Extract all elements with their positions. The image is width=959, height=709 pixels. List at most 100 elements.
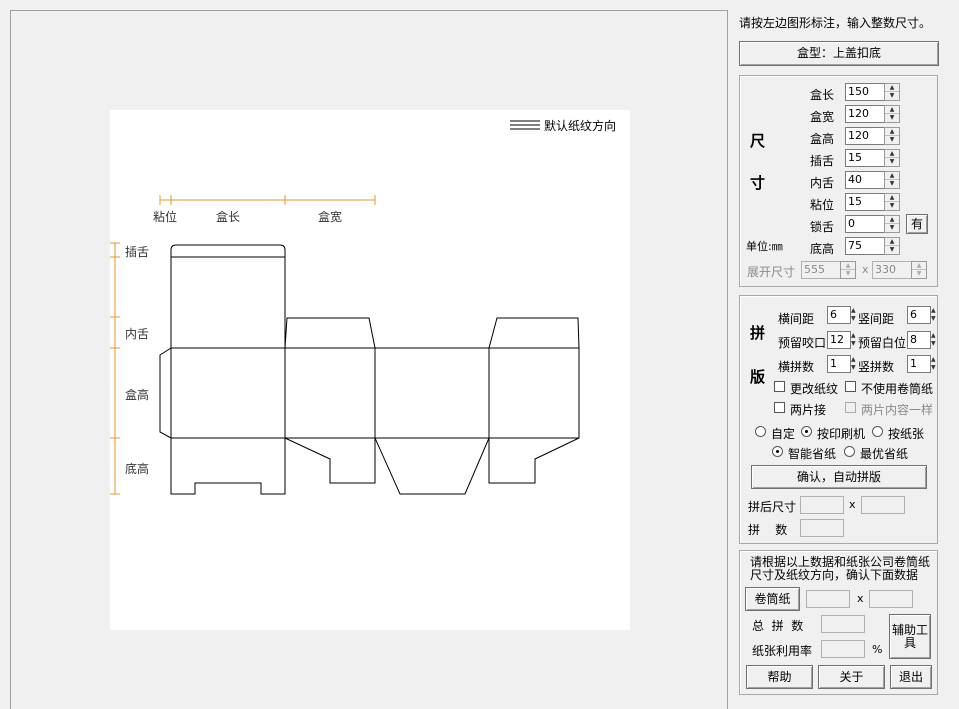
exit-button[interactable]: 退出: [890, 665, 932, 689]
top-dimension-line: [159, 195, 376, 205]
size-label-height: 盒高: [810, 132, 835, 146]
spin-down-icon[interactable]: ▼: [885, 158, 899, 166]
size-input-width[interactable]: 120: [845, 105, 885, 123]
help-button[interactable]: 帮助: [746, 665, 813, 689]
radio-custom-label[interactable]: 自定: [771, 425, 795, 442]
box-type-button[interactable]: 盒型：上盖扣底: [739, 41, 939, 66]
unfold-width-field: 555: [801, 261, 841, 279]
count-field: [800, 519, 844, 537]
size-label-tuck: 插舌: [810, 154, 835, 168]
radio-paper-label[interactable]: 按纸张: [888, 425, 924, 442]
roll-width-field: [806, 590, 850, 608]
size-label-lock-tongue: 锁舌: [810, 220, 835, 234]
size-spinner-length[interactable]: ▲ ▼: [884, 83, 900, 101]
size-spinner-bottom-height[interactable]: ▲ ▼: [884, 237, 900, 255]
radio-custom[interactable]: [755, 426, 766, 437]
size-spinner-lock-tongue[interactable]: ▲ ▼: [884, 215, 900, 233]
two-piece-label[interactable]: 两片接: [790, 401, 826, 418]
unit-label: 单位:㎜: [746, 240, 783, 253]
spin-up-icon[interactable]: ▲: [885, 128, 899, 136]
radio-printer[interactable]: [801, 426, 812, 437]
spin-down-icon[interactable]: ▼: [885, 246, 899, 254]
roll-hint: 请根据以上数据和纸张公司卷筒纸尺寸及纸纹方向，确认下面数据: [750, 555, 931, 582]
v-gap-label: 竖间距: [858, 312, 895, 326]
margin-label: 预留白位: [858, 336, 907, 350]
label-inner-tongue: 内舌: [125, 327, 150, 341]
radio-printer-label[interactable]: 按印刷机: [817, 425, 865, 442]
layout-title-char-1: 拼: [750, 324, 766, 342]
label-bottom-height: 底高: [125, 462, 150, 476]
about-button[interactable]: 关于: [818, 665, 885, 689]
spin-down-icon[interactable]: ▼: [885, 180, 899, 188]
unfold-height-field: 330: [872, 261, 912, 279]
size-title-char-2: 寸: [750, 174, 766, 192]
v-count-input[interactable]: 1: [907, 355, 931, 373]
count-label: 拼 数: [748, 523, 788, 537]
radio-paper[interactable]: [872, 426, 883, 437]
size-input-paste[interactable]: 15: [845, 193, 885, 211]
spin-down-icon[interactable]: ▼: [885, 136, 899, 144]
margin-input[interactable]: 8: [907, 331, 931, 349]
label-width: 盒宽: [318, 210, 343, 224]
lock-tongue-button[interactable]: 有: [906, 214, 928, 234]
bite-input[interactable]: 12: [827, 331, 851, 349]
change-grain-label[interactable]: 更改纸纹: [790, 380, 838, 397]
bite-label: 预留咬口: [778, 336, 827, 350]
size-spinner-inner-tongue[interactable]: ▲ ▼: [884, 171, 900, 189]
tool-button[interactable]: 辅助工具: [889, 614, 931, 659]
no-roll-label[interactable]: 不使用卷筒纸: [861, 380, 933, 397]
no-roll-checkbox[interactable]: [845, 381, 856, 392]
unfold-x-label: x: [862, 263, 869, 276]
unfold-width-spinner: ▲ ▼: [840, 261, 856, 279]
utilization-label: 纸张利用率: [752, 644, 813, 658]
size-input-tuck[interactable]: 15: [845, 149, 885, 167]
spin-up-icon[interactable]: ▲: [885, 150, 899, 158]
v-gap-input[interactable]: 6: [907, 306, 931, 324]
radio-smart-save-label[interactable]: 智能省纸: [788, 445, 836, 462]
size-input-bottom-height[interactable]: 75: [845, 237, 885, 255]
margin-spinner[interactable]: ▲ ▼: [931, 332, 939, 348]
size-spinner-tuck[interactable]: ▲ ▼: [884, 149, 900, 167]
radio-smart-save[interactable]: [772, 446, 783, 457]
size-spinner-paste[interactable]: ▲ ▼: [884, 193, 900, 211]
two-piece-checkbox[interactable]: [774, 402, 785, 413]
h-count-input[interactable]: 1: [827, 355, 851, 373]
v-gap-spinner[interactable]: ▲ ▼: [931, 307, 939, 323]
size-title-char-1: 尺: [750, 132, 766, 150]
spin-up-icon[interactable]: ▲: [885, 172, 899, 180]
auto-layout-button[interactable]: 确认，自动拼版: [751, 465, 927, 489]
spin-down-icon[interactable]: ▼: [885, 114, 899, 122]
radio-best-save[interactable]: [844, 446, 855, 457]
box-outline: [159, 244, 580, 495]
roll-paper-button[interactable]: 卷筒纸: [745, 587, 800, 611]
box-dieline-drawing: 默认纸纹方向 粘位 盒长 盒宽 插舌 内舌 盒高 底高: [110, 110, 630, 630]
change-grain-checkbox[interactable]: [774, 381, 785, 392]
utilization-field: [821, 640, 865, 658]
spin-up-icon[interactable]: ▲: [885, 194, 899, 202]
spin-up-icon[interactable]: ▲: [885, 84, 899, 92]
size-input-length[interactable]: 150: [845, 83, 885, 101]
spin-up-icon[interactable]: ▲: [885, 106, 899, 114]
two-piece-same-checkbox: [845, 402, 856, 413]
label-height: 盒高: [125, 388, 150, 402]
size-spinner-height[interactable]: ▲ ▼: [884, 127, 900, 145]
size-input-inner-tongue[interactable]: 40: [845, 171, 885, 189]
size-input-lock-tongue[interactable]: 0: [845, 215, 885, 233]
spin-down-icon[interactable]: ▼: [885, 224, 899, 232]
radio-best-save-label[interactable]: 最优省纸: [860, 445, 908, 462]
size-label-inner-tongue: 内舌: [810, 176, 835, 190]
spin-down-icon[interactable]: ▼: [885, 202, 899, 210]
v-count-label: 竖拼数: [858, 360, 895, 374]
size-spinner-width[interactable]: ▲ ▼: [884, 105, 900, 123]
spin-up-icon[interactable]: ▲: [885, 216, 899, 224]
roll-height-field: [869, 590, 913, 608]
after-size-x-label: x: [849, 498, 856, 511]
after-size-label: 拼后尺寸: [748, 500, 797, 514]
h-gap-input[interactable]: 6: [827, 306, 851, 324]
two-piece-same-label: 两片内容一样: [861, 403, 934, 417]
size-input-height[interactable]: 120: [845, 127, 885, 145]
tool-button-label: 辅助工具: [891, 623, 928, 650]
spin-up-icon[interactable]: ▲: [885, 238, 899, 246]
spin-down-icon[interactable]: ▼: [885, 92, 899, 100]
v-count-spinner[interactable]: ▲ ▼: [931, 356, 939, 372]
